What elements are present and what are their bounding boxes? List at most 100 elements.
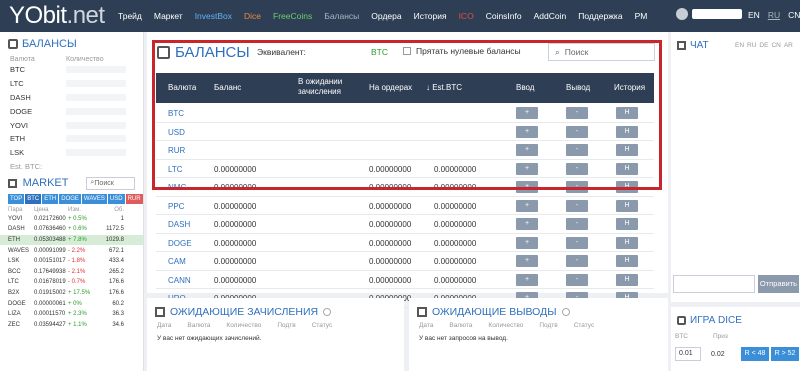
lang-cn[interactable]: CN (788, 10, 800, 20)
nav-item-8[interactable]: ICO (459, 11, 474, 21)
withdraw-button[interactable]: - (566, 218, 588, 230)
sidebar-balances-title: БАЛАНСЫ (0, 32, 143, 56)
market-tab-rur[interactable]: RUR (125, 193, 143, 204)
nav-item-2[interactable]: InvestBox (195, 11, 232, 21)
pending-deposits-empty: У вас нет ожидающих зачислений. (157, 335, 262, 342)
lang-en[interactable]: EN (748, 10, 760, 20)
market-row[interactable]: LIZA 0.00011570 + 2.3% 36.3 (0, 309, 143, 320)
nav-item-11[interactable]: Поддержка (578, 11, 622, 21)
chat-message-input[interactable] (673, 275, 755, 293)
market-tab-doge[interactable]: DOGE (59, 193, 81, 204)
chat-lang-ar[interactable]: AR (784, 42, 793, 49)
dice-roll-low-button[interactable]: R < 48 (741, 347, 769, 361)
nav-item-9[interactable]: CoinsInfo (486, 11, 522, 21)
dice-bet-select[interactable]: 0.01 (675, 347, 701, 361)
chat-lang-ru[interactable]: RU (747, 42, 756, 49)
withdraw-button[interactable]: - (566, 236, 588, 249)
withdraw-button[interactable]: - (566, 199, 588, 212)
est-btc-value: 0.00000000 (434, 220, 477, 229)
market-row[interactable]: BCC 0.17649938- 2.1% 265.2 (0, 267, 143, 278)
market-row[interactable]: ZEC 0.03594427 + 1.1% 34.6 (0, 320, 143, 331)
deposit-button[interactable]: + (516, 218, 538, 230)
market-row[interactable]: B2X 0.01915002 + 17.5% 176.6 (0, 288, 143, 299)
orders-value: 0.00000000 (369, 275, 412, 285)
market-tab-usd[interactable]: USD (107, 193, 125, 204)
highlight-annotation-box (152, 40, 662, 190)
market-row[interactable]: ETH 0.05303488 + 7.8% 1029.8 (0, 234, 143, 246)
market-row[interactable]: DOGE 0.00000061 + 0% 60.2 (0, 298, 143, 309)
nav-item-0[interactable]: Трейд (118, 11, 142, 21)
sidebar-balance-row: BTC (0, 63, 143, 77)
chat-lang-en[interactable]: EN (735, 42, 744, 49)
dice-roll-high-button[interactable]: R > 52 (771, 347, 799, 361)
nav-item-6[interactable]: Ордера (371, 11, 401, 21)
site-logo[interactable]: YObit.net (9, 2, 105, 30)
deposit-button[interactable]: + (516, 255, 538, 267)
user-menu[interactable] (676, 8, 742, 20)
nav-item-5[interactable]: Балансы (324, 11, 359, 21)
market-tab-top[interactable]: TOP (8, 193, 25, 204)
nav-item-3[interactable]: Dice (244, 11, 261, 21)
history-button[interactable]: H (616, 255, 638, 267)
market-price: 0.00151017 (34, 258, 66, 265)
market-volume: 1172.5 (106, 226, 124, 233)
balance-currency-link[interactable]: CAM (168, 257, 186, 266)
market-change: - 2.1% (68, 268, 86, 275)
market-search-input[interactable]: ⌕ Поиск (86, 176, 135, 190)
redacted-amount (66, 66, 126, 74)
balance-row: CAM 0.00000000 0.00000000 0.00000000 + - H (156, 252, 654, 271)
withdraw-button[interactable]: - (566, 255, 588, 267)
market-tab-waves[interactable]: WAVES (81, 193, 107, 204)
market-pair: LSK (8, 258, 20, 265)
balance-currency-link[interactable]: PPC (168, 202, 184, 211)
history-button[interactable]: H (616, 236, 638, 249)
pending-deposits-panel: ОЖИДАЮЩИЕ ЗАЧИСЛЕНИЯ Дата Валюта Количеств… (147, 298, 404, 371)
sidebar-balances-header: Валюта Количество (10, 56, 104, 63)
market-change: + 0.5% (68, 215, 87, 222)
sidebar-balance-currency: BTC (10, 65, 25, 75)
sidebar-balance-currency: DASH (10, 92, 31, 102)
nav-item-10[interactable]: AddCoin (534, 11, 567, 21)
pending-withdrawals-empty: У вас нет запросов на вывод. (419, 335, 508, 342)
dice-bet-label: BTC (675, 333, 688, 340)
market-volume: 34.6 (112, 321, 124, 328)
deposit-button[interactable]: + (516, 199, 538, 212)
history-button[interactable]: H (616, 199, 638, 212)
column-header: Подтв (277, 322, 296, 329)
redacted-amount (66, 121, 126, 129)
balance-currency-link[interactable]: DOGE (168, 239, 192, 248)
language-switcher: EN RU CN (748, 10, 800, 20)
balance-currency-link[interactable]: DASH (168, 220, 190, 229)
history-button[interactable]: H (616, 273, 638, 286)
est-btc-value: 0.00000000 (434, 238, 477, 248)
lang-ru[interactable]: RU (768, 10, 780, 20)
deposit-button[interactable]: + (516, 236, 538, 249)
nav-item-7[interactable]: История (414, 11, 447, 21)
market-row[interactable]: YOVI 0.02172600 + 0.5% 1 (0, 214, 143, 225)
market-row[interactable]: LSK 0.00151017- 1.8% 433.4 (0, 256, 143, 267)
chat-send-button[interactable]: Отправить (758, 275, 799, 293)
sidebar-balance-currency: LSK (10, 148, 25, 158)
market-tab-eth[interactable]: ETH (42, 193, 59, 204)
help-icon[interactable] (561, 308, 570, 316)
market-pair: WAVES (8, 247, 30, 254)
nav-item-12[interactable]: PM (635, 11, 648, 21)
market-pair: YOVI (8, 215, 23, 222)
help-icon[interactable] (323, 308, 332, 316)
balance-currency-link[interactable]: CANN (168, 276, 191, 285)
market-tab-btc[interactable]: BTC (25, 193, 42, 204)
market-row[interactable]: WAVES 0.00091099- 2.2% 672.1 (0, 245, 143, 256)
nav-item-1[interactable]: Маркет (154, 11, 183, 21)
market-row[interactable]: LTC 0.01678019- 0.7% 176.6 (0, 277, 143, 288)
market-row[interactable]: DASH 0.07636460 + 0.6% 1172.5 (0, 224, 143, 235)
nav-item-4[interactable]: FreeCoins (273, 11, 312, 21)
market-price: 0.03594427 (34, 321, 66, 328)
chat-lang-cn[interactable]: CN (771, 42, 780, 49)
market-header: MARKET ⌕ Поиск (0, 173, 143, 192)
chat-lang-de[interactable]: DE (759, 42, 768, 49)
market-pair: LIZA (8, 311, 21, 318)
withdraw-button[interactable]: - (566, 273, 588, 286)
history-button[interactable]: H (616, 218, 638, 230)
deposit-button[interactable]: + (516, 273, 538, 286)
market-change: + 0.6% (68, 226, 87, 233)
